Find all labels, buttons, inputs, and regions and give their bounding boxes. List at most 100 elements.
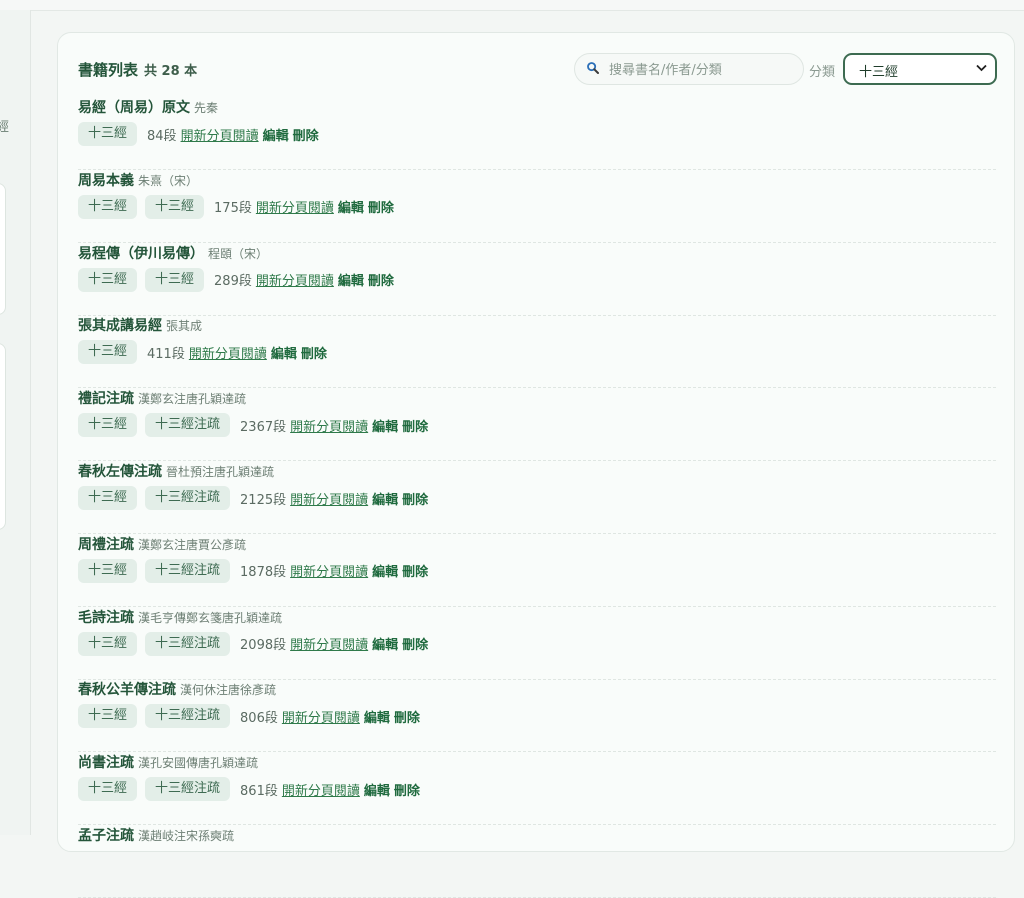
search-input[interactable] [607, 59, 796, 81]
book-meta: 十三經 十三經注疏 2125段 開新分頁閱讀 編輯 刪除 [78, 485, 432, 511]
category-tag: 十三經 [145, 267, 205, 292]
book-name: 周禮注疏 [78, 536, 134, 553]
book-author: 晉杜預注唐孔穎達疏 [166, 465, 275, 479]
category-tag: 十三經注疏 [145, 413, 231, 438]
category-select[interactable]: 十三經 [843, 53, 997, 85]
open-reader-link[interactable]: 開新分頁閱讀 [256, 270, 334, 289]
book-title-row: 春秋左傳注疏 晉杜預注唐孔穎達疏 [78, 461, 274, 483]
category-tag: 十三經 [78, 340, 138, 365]
open-reader-link[interactable]: 開新分頁閱讀 [256, 197, 334, 216]
segment-count: 411段 [147, 346, 185, 362]
book-title-row: 張其成講易經 張其成 [78, 315, 202, 337]
edit-button[interactable]: 編輯 [263, 125, 289, 144]
book-author: 漢孔安國傳唐孔穎達疏 [138, 756, 259, 771]
book-list-panel: 書籍列表共 28 本 分類 十三經 易經（周易）原文先秦十三經84段開新分頁閱讀… [57, 32, 1015, 898]
edit-button[interactable]: 編輯 [372, 561, 398, 580]
book-title-row: 孟子注疏 漢趙岐注宋孫奭疏 [78, 825, 234, 847]
sidebar-card[interactable] [0, 183, 6, 315]
open-reader-link[interactable]: 開新分頁閱讀 [282, 780, 360, 799]
edit-button[interactable]: 編輯 [338, 270, 364, 289]
delete-button[interactable]: 刪除 [402, 489, 428, 508]
edit-button[interactable]: 編輯 [364, 707, 390, 726]
open-reader-link[interactable]: 開新分頁閱讀 [282, 707, 360, 726]
book-name: 孟子注疏 [78, 828, 134, 844]
book-author: 漢毛亨傳鄭玄箋唐孔穎達疏 [138, 610, 283, 625]
category-tag: 十三經 [78, 704, 138, 729]
left-sidebar: 經 [0, 10, 31, 835]
category-tag: 十三經 [78, 631, 138, 656]
category-tag: 十三經 [78, 122, 138, 146]
book-author: 漢鄭玄注唐賈公彥疏 [138, 537, 247, 552]
delete-button[interactable]: 刪除 [368, 270, 394, 289]
book-name: 春秋公羊傳注疏 [78, 682, 176, 699]
book-title-row: 周禮注疏 漢鄭玄注唐賈公彥疏 [78, 534, 246, 556]
top-bar [0, 0, 1024, 11]
book-meta: 十三經 411段 開新分頁閱讀 編輯 刪除 [78, 339, 331, 365]
edit-button[interactable]: 編輯 [372, 489, 398, 508]
book-meta: 十三經 十三經注疏 2367段 開新分頁閱讀 編輯 刪除 [78, 412, 432, 438]
book-name: 禮記注疏 [78, 391, 134, 408]
book-count: 共 28 本 [144, 64, 198, 79]
delete-button[interactable]: 刪除 [293, 125, 319, 144]
segment-count: 175段 [214, 201, 252, 217]
delete-button[interactable]: 刪除 [368, 197, 394, 216]
book-author: 漢趙岐注宋孫奭疏 [138, 829, 235, 843]
edit-button[interactable]: 編輯 [271, 343, 297, 362]
book-author: 程頤（宋） [208, 246, 269, 261]
sidebar-glyph: 經 [0, 120, 10, 135]
delete-button[interactable]: 刪除 [402, 416, 428, 435]
category-tag: 十三經 [78, 777, 138, 802]
segment-count: 2125段 [240, 492, 287, 508]
book-author: 漢鄭玄注唐孔穎達疏 [138, 392, 247, 407]
open-reader-link[interactable]: 開新分頁閱讀 [290, 634, 368, 653]
book-meta: 十三經 84段 開新分頁閱讀 編輯 刪除 [78, 121, 323, 147]
delete-button[interactable]: 刪除 [301, 343, 327, 362]
book-title-row: 春秋公羊傳注疏 漢何休注唐徐彥疏 [78, 679, 276, 701]
sidebar-card[interactable] [0, 343, 6, 530]
book-author: 漢何休注唐徐彥疏 [180, 683, 277, 698]
open-reader-link[interactable]: 開新分頁閱讀 [181, 125, 259, 144]
book-title-row: 周易本義 朱熹（宋） [78, 170, 198, 192]
category-label: 分類 [809, 65, 836, 80]
category-tag: 十三經注疏 [145, 631, 231, 656]
segment-count: 861段 [240, 783, 278, 799]
book-title-row: 毛詩注疏 漢毛亨傳鄭玄箋唐孔穎達疏 [78, 607, 282, 629]
book-title-row: 禮記注疏 漢鄭玄注唐孔穎達疏 [78, 388, 246, 410]
edit-button[interactable]: 編輯 [372, 416, 398, 435]
category-tag: 十三經 [78, 413, 138, 438]
open-reader-link[interactable]: 開新分頁閱讀 [290, 489, 368, 508]
edit-button[interactable]: 編輯 [338, 197, 364, 216]
open-reader-link[interactable]: 開新分頁閱讀 [189, 343, 267, 362]
list-header: 書籍列表共 28 本 分類 十三經 [78, 53, 997, 85]
book-row: 春秋左傳注疏 晉杜預注唐孔穎達疏 十三經 十三經注疏 2125段 開新分頁閱讀 編輯 刪除 [78, 461, 996, 534]
open-reader-link[interactable]: 開新分頁閱讀 [290, 416, 368, 435]
category-tag: 十三經 [78, 194, 138, 219]
book-row: 尚書注疏 漢孔安國傳唐孔穎達疏 十三經 十三經注疏 861段 開新分頁閱讀 編輯 刪除 [78, 752, 996, 826]
book-row: 周禮注疏 漢鄭玄注唐賈公彥疏 十三經 十三經注疏 1878段 開新分頁閱讀 編輯 刪除 [78, 534, 996, 607]
chevron-down-icon [976, 64, 987, 72]
book-row: 春秋公羊傳注疏 漢何休注唐徐彥疏 十三經 十三經注疏 806段 開新分頁閱讀 編輯 刪除 [78, 679, 996, 753]
open-reader-link[interactable]: 開新分頁閱讀 [290, 561, 368, 580]
category-tag: 十三經注疏 [145, 704, 231, 729]
book-title-row: 尚書注疏 漢孔安國傳唐孔穎達疏 [78, 752, 258, 774]
book-author: 朱熹（宋） [138, 173, 199, 188]
delete-button[interactable]: 刪除 [394, 707, 420, 726]
edit-button[interactable]: 編輯 [364, 780, 390, 799]
book-name: 易經（周易）原文 [78, 100, 190, 116]
category-tag: 十三經 [78, 486, 138, 510]
category-tag: 十三經注疏 [145, 558, 231, 583]
book-title-row: 易經（周易）原文 先秦 [78, 97, 218, 119]
book-name: 易程傳（伊川易傳） [78, 245, 204, 262]
edit-button[interactable]: 編輯 [372, 634, 398, 653]
delete-button[interactable]: 刪除 [402, 561, 428, 580]
category-tag: 十三經注疏 [145, 777, 231, 802]
segment-count: 1878段 [240, 565, 287, 581]
book-row: 易經（周易）原文 先秦 十三經 84段 開新分頁閱讀 編輯 刪除 [78, 97, 996, 170]
book-meta: 十三經 十三經注疏 861段 開新分頁閱讀 編輯 刪除 [78, 776, 424, 802]
delete-button[interactable]: 刪除 [394, 780, 420, 799]
segment-count: 806段 [240, 710, 278, 726]
book-name: 尚書注疏 [78, 755, 134, 772]
search-box[interactable] [574, 53, 804, 85]
delete-button[interactable]: 刪除 [402, 634, 428, 653]
segment-count: 2367段 [240, 419, 287, 435]
